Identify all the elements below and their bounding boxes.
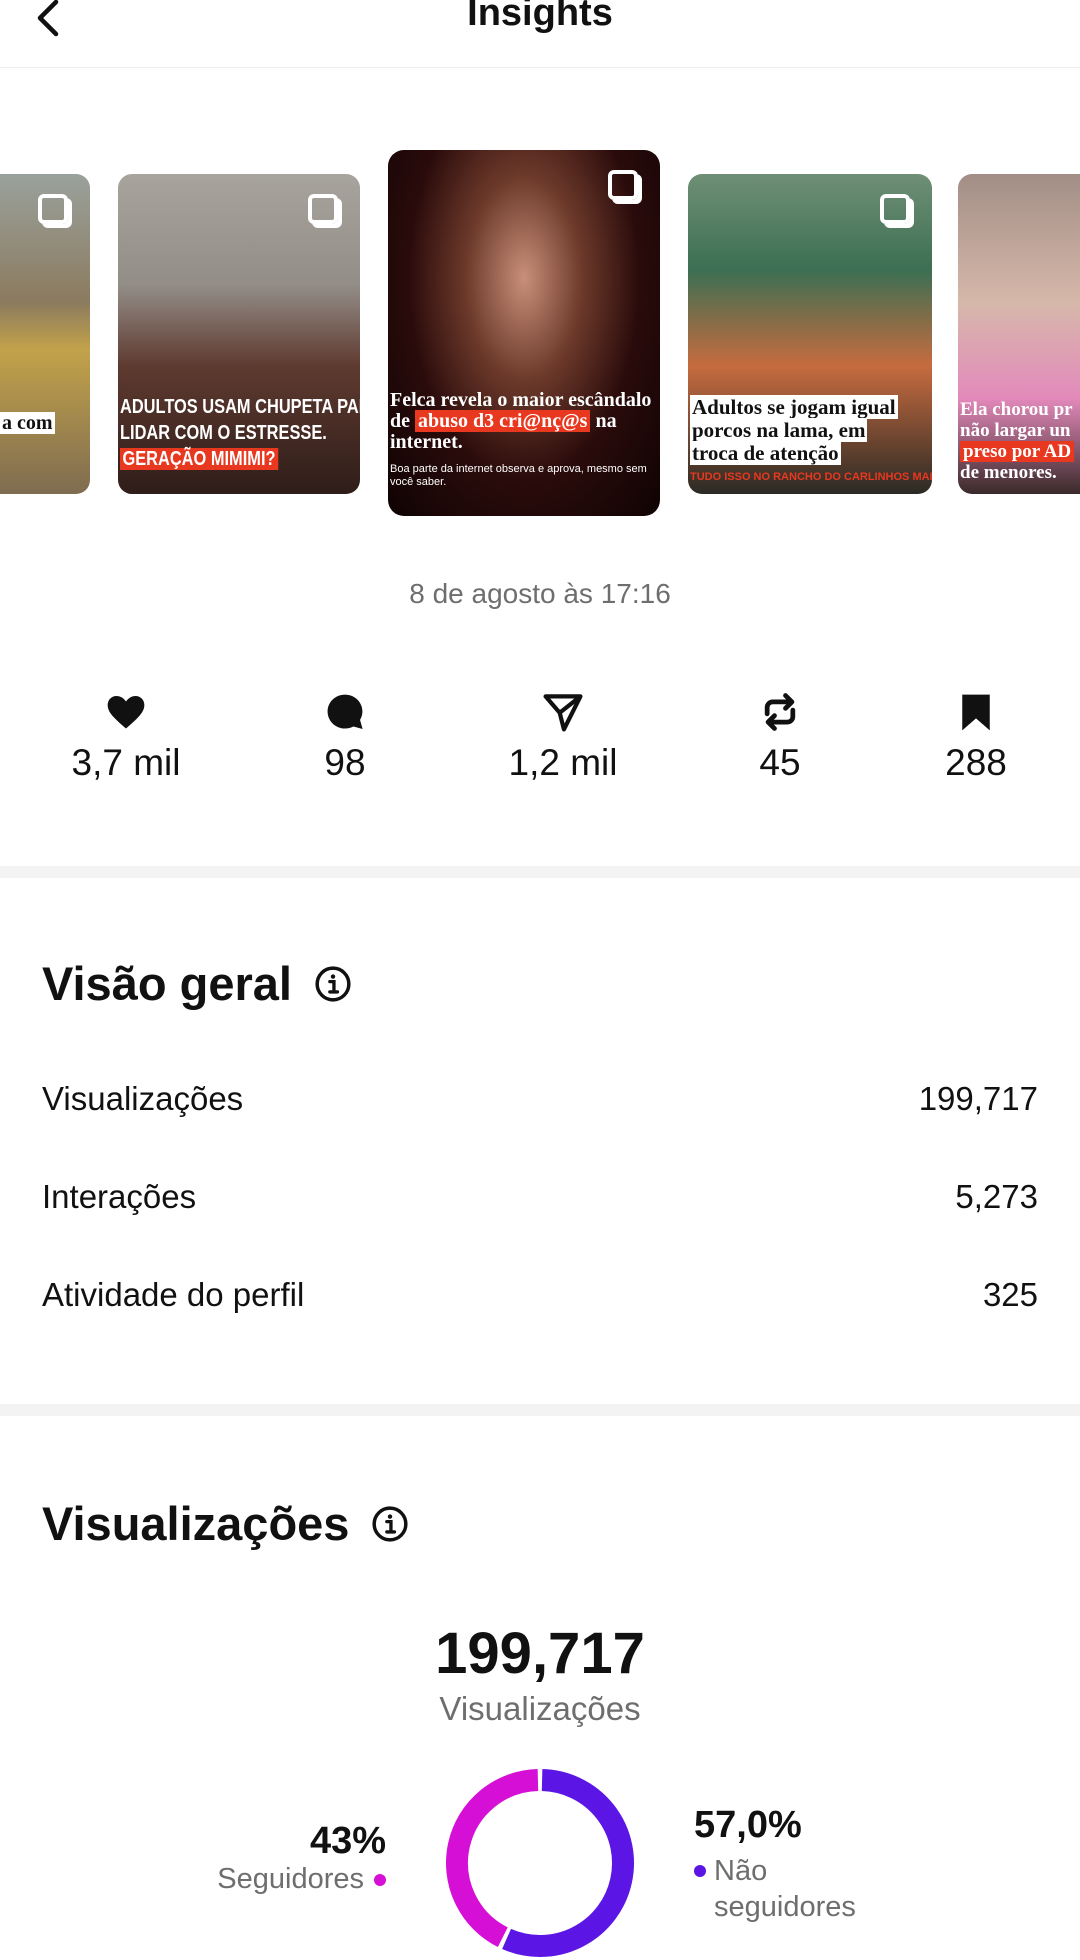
donut-segment-non-followers xyxy=(502,1769,634,1957)
thumb-caption-highlight: preso por AD xyxy=(960,440,1075,462)
comments-stat: 98 xyxy=(245,690,445,784)
non-followers-legend-row: Não seguidores xyxy=(694,1853,914,1925)
repost-icon xyxy=(764,693,796,731)
carousel-thumb-selected[interactable]: Felca revela o maior escândalo de abuso … xyxy=(388,150,660,516)
thumb-caption-highlight: GERAÇÃO MIMIMI? xyxy=(120,448,278,470)
carousel-thumb[interactable]: a com xyxy=(0,174,90,494)
overview-row-profile-activity[interactable]: Atividade do perfil 325 xyxy=(42,1276,1038,1314)
post-carousel[interactable]: a com ADULTOS USAM CHUPETA PARA LIDAR CO… xyxy=(0,150,1080,520)
followers-legend: 43% Seguidores xyxy=(217,1820,386,1896)
followers-label: Seguidores xyxy=(217,1863,364,1895)
multiple-images-icon xyxy=(608,170,638,200)
followers-legend-row: Seguidores xyxy=(217,1863,386,1896)
thumb-caption-line: porcos na lama, em xyxy=(690,418,868,443)
views-section-title: Visualizações xyxy=(42,1496,409,1551)
thumb-caption-line: de menores. xyxy=(960,461,1057,483)
thumb-caption-line: troca de atenção xyxy=(690,441,841,466)
thumb-caption-line: Adultos se jogam igual xyxy=(690,395,898,419)
overview-row-interactions[interactable]: Interações 5,273 xyxy=(42,1178,1038,1216)
multiple-images-icon xyxy=(308,194,338,224)
engagement-stats: 3,7 mil 98 1,2 mil 45 288 xyxy=(0,690,1080,810)
heart-icon xyxy=(107,696,145,729)
views-donut-chart xyxy=(446,1769,634,1957)
non-followers-dot xyxy=(694,1865,706,1877)
thumb-caption: a com xyxy=(0,412,55,434)
thumb-caption-line: LIDAR COM O ESTRESSE. xyxy=(120,422,327,444)
non-followers-percent: 57,0% xyxy=(694,1804,802,1846)
carousel-thumb[interactable]: ADULTOS USAM CHUPETA PARA LIDAR COM O ES… xyxy=(118,174,360,494)
saves-count: 288 xyxy=(945,742,1007,783)
views-total-label: Visualizações xyxy=(439,1690,641,1727)
comment-icon xyxy=(327,694,363,730)
row-value: 5,273 xyxy=(955,1178,1038,1215)
info-icon[interactable] xyxy=(314,965,352,1003)
comments-count: 98 xyxy=(324,742,366,783)
carousel-thumb[interactable]: Ela chorou pr não largar un preso por AD… xyxy=(958,174,1080,494)
row-value: 325 xyxy=(982,1276,1038,1313)
thumb-caption-line: não largar un xyxy=(960,419,1071,441)
share-icon xyxy=(543,694,583,732)
row-value: 199,717 xyxy=(918,1080,1038,1117)
row-label: Visualizações xyxy=(42,1080,244,1117)
likes-count: 3,7 mil xyxy=(71,742,181,783)
thumb-caption-line: Ela chorou pr xyxy=(960,399,1073,420)
post-date: 8 de agosto às 17:16 xyxy=(409,578,671,609)
views-title-text: Visualizações xyxy=(42,1497,350,1550)
thumb-caption-highlight: abuso d3 cri@nç@s xyxy=(415,410,591,432)
donut-segment-followers xyxy=(446,1769,539,1948)
overview-row-views[interactable]: Visualizações 199,717 xyxy=(42,1080,1038,1118)
page-title: Insights xyxy=(467,0,613,34)
overview-title-text: Visão geral xyxy=(42,957,292,1010)
section-divider xyxy=(0,1404,1080,1416)
reposts-count: 45 xyxy=(759,742,801,783)
non-followers-label: Não seguidores xyxy=(714,1855,856,1923)
shares-stat: 1,2 mil xyxy=(463,690,663,784)
multiple-images-icon xyxy=(880,194,910,224)
row-label: Atividade do perfil xyxy=(42,1276,305,1313)
thumb-subtext: Boa parte da internet observa e aprova, … xyxy=(390,463,647,489)
likes-stat: 3,7 mil xyxy=(26,690,226,784)
info-icon[interactable] xyxy=(371,1505,409,1543)
followers-percent: 43% xyxy=(309,1820,386,1862)
thumb-footer: TUDO ISSO NO RANCHO DO CARLINHOS MAIA xyxy=(690,471,932,484)
views-total: 199,717 xyxy=(435,1621,645,1686)
overview-section-title: Visão geral xyxy=(42,956,352,1011)
thumb-caption-line: ADULTOS USAM CHUPETA PARA xyxy=(120,396,360,418)
carousel-thumb[interactable]: Adultos se jogam igual porcos na lama, e… xyxy=(688,174,932,494)
row-label: Interações xyxy=(42,1178,197,1215)
reposts-stat: 45 xyxy=(680,690,880,784)
bookmark-icon xyxy=(962,694,990,731)
saves-stat: 288 xyxy=(876,690,1076,784)
shares-count: 1,2 mil xyxy=(508,742,618,783)
non-followers-legend: 57,0% Não seguidores xyxy=(694,1804,914,1925)
followers-dot xyxy=(374,1873,386,1886)
section-divider xyxy=(0,866,1080,878)
top-bar: Insights xyxy=(0,0,1080,68)
multiple-images-icon xyxy=(38,194,68,224)
